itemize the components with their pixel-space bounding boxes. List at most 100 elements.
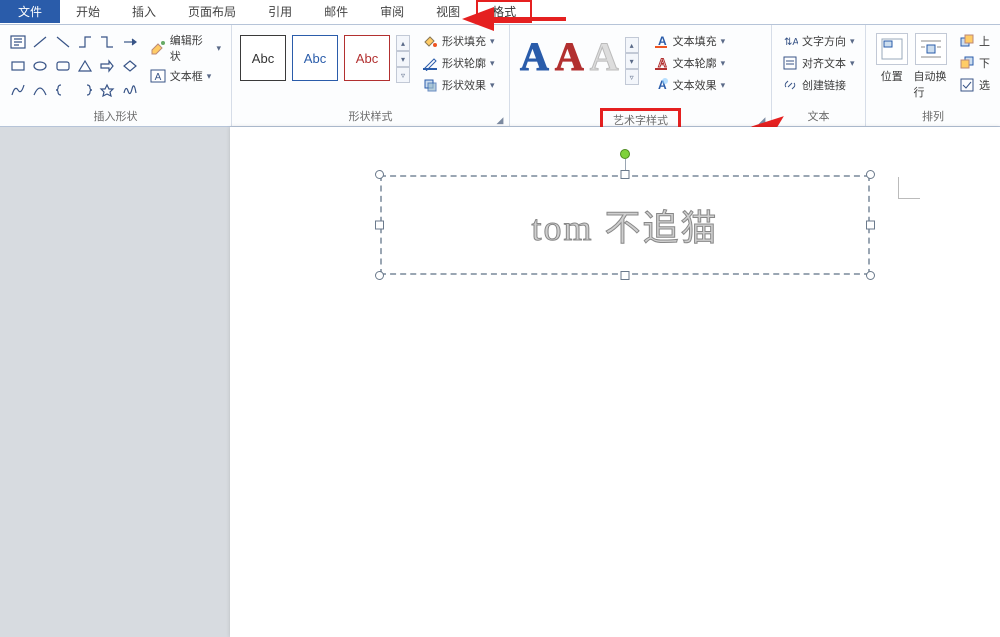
send-backward-button[interactable]: 下 [955,54,994,72]
wordart-preset-2[interactable]: A [555,37,584,85]
shape-styles-dialog-launcher[interactable] [495,114,505,124]
shape-arrow-icon[interactable] [119,31,139,53]
margin-marker [898,177,920,199]
shape-freeform-icon[interactable] [30,79,50,101]
shape-connector-icon[interactable] [75,31,95,53]
send-backward-label: 下 [979,55,990,71]
document-area: tom 不追猫 [0,127,1000,637]
text-effects-button[interactable]: A文本效果 [649,76,730,94]
tab-review[interactable]: 审阅 [364,0,420,23]
group-label-wordart-styles: 艺术字样式 [510,108,771,126]
style-preset-3[interactable]: Abc [344,35,390,81]
text-direction-label: 文字方向 [802,33,846,49]
text-box-icon: A [150,68,166,84]
svg-text:A: A [154,72,161,83]
shape-fill-button[interactable]: 形状填充 [418,32,499,50]
shape-style-gallery[interactable]: Abc Abc Abc ▴▾▿ [238,29,412,89]
rotation-handle[interactable] [620,149,630,159]
document-page[interactable]: tom 不追猫 [230,127,1000,637]
shape-fill-label: 形状填充 [442,33,486,49]
shape-triangle-icon[interactable] [75,55,95,77]
tab-view[interactable]: 视图 [420,0,476,23]
tab-references[interactable]: 引用 [252,0,308,23]
shape-outline-label: 形状轮廓 [442,55,486,71]
shape-curve-icon[interactable] [8,79,28,101]
wordart-preset-1[interactable]: A [520,37,549,85]
group-label-arrange: 排列 [866,108,1000,126]
style-preset-2[interactable]: Abc [292,35,338,81]
group-wordart-styles: A A A ▴▾▿ A文本填充 A文本轮廓 A文本效果 艺术字样式 [510,25,772,126]
align-text-icon [782,55,798,71]
group-label-insert-shapes: 插入形状 [0,108,231,126]
wordart-gallery-scroll[interactable]: ▴▾▿ [625,37,639,85]
wordart-preset-3[interactable]: A [590,37,619,85]
selection-pane-icon [959,77,975,93]
wrap-text-icon [915,33,947,65]
group-arrange: 位置 自动换行 上 下 选 排列 [866,25,1000,126]
tab-file[interactable]: 文件 [0,0,60,23]
edit-shape-button[interactable]: 编辑形状 [146,31,225,65]
svg-text:A: A [658,56,667,70]
edit-shape-label: 编辑形状 [170,32,213,64]
shape-effects-button[interactable]: 形状效果 [418,76,499,94]
position-button[interactable]: 位置 [872,29,912,84]
selection-pane-label: 选 [979,77,990,93]
ribbon: 编辑形状 A 文本框 插入形状 Abc Abc Abc ▴▾▿ 形状填充 形状轮廓… [0,24,1000,127]
annotation-arrow-1 [478,10,568,33]
text-direction-icon: ⇅A [782,33,798,49]
align-text-label: 对齐文本 [802,55,846,71]
shape-connector2-icon[interactable] [97,31,117,53]
paint-bucket-icon [422,33,438,49]
group-label-text: 文本 [772,108,865,126]
shape-textbox-icon[interactable] [8,31,28,53]
shape-outline-button[interactable]: 形状轮廓 [418,54,499,72]
style-preset-1[interactable]: Abc [240,35,286,81]
shape-roundrect-icon[interactable] [53,55,73,77]
link-icon [782,77,798,93]
style-gallery-scroll[interactable]: ▴▾▿ [396,35,410,83]
shape-brace2-icon[interactable] [75,79,95,101]
position-icon [876,33,908,65]
tab-home[interactable]: 开始 [60,0,116,23]
selection-pane-button[interactable]: 选 [955,76,994,94]
position-label: 位置 [881,68,903,84]
wordart-gallery[interactable]: A A A ▴▾▿ [516,29,643,93]
text-outline-button[interactable]: A文本轮廓 [649,54,730,72]
group-text: ⇅A文字方向 对齐文本 创建链接 文本 [772,25,866,126]
text-effects-label: 文本效果 [673,77,717,93]
shape-brace-icon[interactable] [53,79,73,101]
shape-diamond-icon[interactable] [119,55,139,77]
shape-rect-icon[interactable] [8,55,28,77]
shape-ellipse-icon[interactable] [30,55,50,77]
align-text-button[interactable]: 对齐文本 [778,54,859,72]
edit-shape-icon [150,40,166,56]
bring-forward-icon [959,33,975,49]
wrap-text-button[interactable]: 自动换行 [912,29,952,100]
shape-line-icon[interactable] [30,31,50,53]
shape-scribble-icon[interactable] [119,79,139,101]
send-backward-icon [959,55,975,71]
svg-text:A: A [658,34,667,48]
tab-insert[interactable]: 插入 [116,0,172,23]
shape-block-arrow-icon[interactable] [97,55,117,77]
text-fill-button[interactable]: A 文本填充 [649,32,730,50]
text-box-label: 文本框 [170,68,203,84]
bring-forward-button[interactable]: 上 [955,32,994,50]
text-fill-label: 文本填充 [673,33,717,49]
shape-effects-label: 形状效果 [442,77,486,93]
wordart-styles-dialog-launcher[interactable] [757,114,767,124]
effects-icon [422,77,438,93]
create-link-button[interactable]: 创建链接 [778,76,859,94]
text-direction-button[interactable]: ⇅A文字方向 [778,32,859,50]
create-link-label: 创建链接 [802,77,846,93]
tab-mailings[interactable]: 邮件 [308,0,364,23]
textbox-content[interactable]: tom 不追猫 [380,175,870,275]
tab-layout[interactable]: 页面布局 [172,0,252,23]
shape-star-icon[interactable] [97,79,117,101]
shape-line2-icon[interactable] [53,31,73,53]
text-box-button[interactable]: A 文本框 [146,67,225,85]
bring-forward-label: 上 [979,33,990,49]
shapes-gallery[interactable] [6,29,142,103]
selected-textbox[interactable]: tom 不追猫 [380,175,870,275]
text-outline-icon: A [653,55,669,71]
